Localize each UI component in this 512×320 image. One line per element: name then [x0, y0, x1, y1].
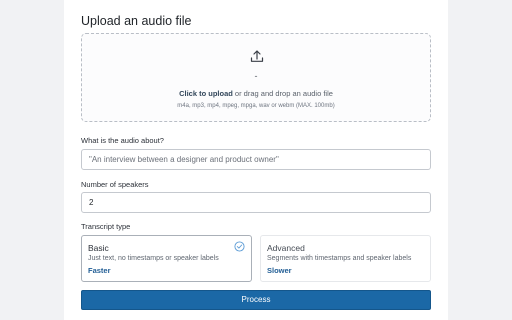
- option-title: Advanced: [267, 243, 305, 253]
- option-description: Just text, no timestamps or speaker labe…: [88, 255, 219, 262]
- transcript-option-advanced[interactable]: Advanced Segments with timestamps and sp…: [260, 235, 431, 282]
- process-button[interactable]: Process: [81, 290, 431, 310]
- upload-icon: [250, 50, 264, 62]
- option-speed: Slower: [267, 266, 292, 275]
- option-description: Segments with timestamps and speaker lab…: [267, 255, 412, 262]
- accepted-formats: m4a, mp3, mp4, mpeg, mpga, wav or webm (…: [177, 103, 335, 109]
- check-circle-icon: [234, 241, 245, 252]
- transcript-type-label: Transcript type: [81, 222, 131, 231]
- click-to-upload-link[interactable]: Click to upload: [179, 89, 233, 98]
- speakers-input[interactable]: [81, 192, 431, 213]
- drag-drop-text: or drag and drop an audio file: [232, 89, 333, 98]
- file-dropzone[interactable]: - Click to upload or drag and drop an au…: [81, 33, 431, 122]
- about-label: What is the audio about?: [81, 136, 164, 145]
- option-title: Basic: [88, 243, 109, 253]
- page-title: Upload an audio file: [81, 14, 192, 28]
- transcript-option-basic[interactable]: Basic Just text, no timestamps or speake…: [81, 235, 252, 282]
- file-status: -: [254, 71, 258, 81]
- option-speed: Faster: [88, 266, 111, 275]
- upload-form: Upload an audio file - Click to upload o…: [64, 0, 448, 320]
- speakers-label: Number of speakers: [81, 180, 149, 189]
- dropzone-instructions: Click to upload or drag and drop an audi…: [82, 89, 430, 98]
- about-input[interactable]: [81, 149, 431, 170]
